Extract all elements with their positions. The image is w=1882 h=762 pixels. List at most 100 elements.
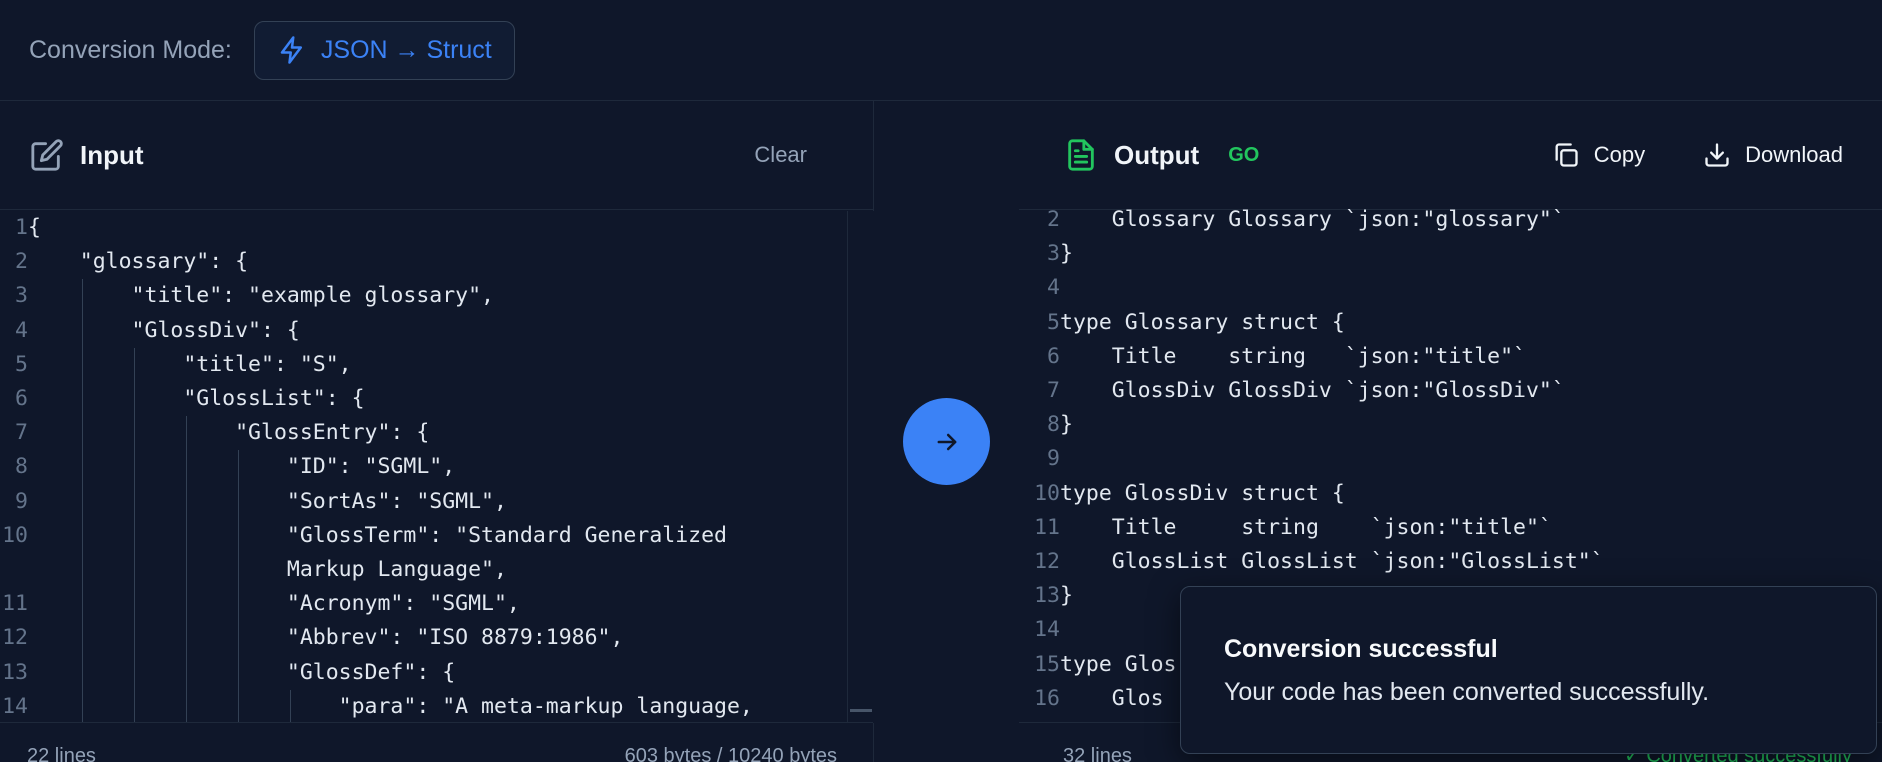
scrollbar-thumb[interactable] — [850, 709, 872, 712]
line-text: "Acronym": "SGML", — [28, 591, 520, 617]
toast-title: Conversion successful — [1224, 635, 1498, 663]
line-number: 11 — [1034, 514, 1060, 540]
line-number — [0, 553, 28, 587]
code-line: 3 "title": "example glossary", — [0, 279, 847, 313]
line-number: 16 — [1034, 685, 1060, 711]
download-icon — [1705, 143, 1729, 167]
line-text: "GlossDef": { — [28, 659, 456, 685]
output-language-badge: GO — [1228, 143, 1260, 166]
convert-button[interactable] — [903, 398, 990, 485]
code-line: 8 "ID": "SGML", — [0, 450, 847, 484]
code-line: 13 "GlossDef": { — [0, 656, 847, 690]
line-text: "glossary": { — [28, 249, 249, 275]
indent-guide — [134, 347, 135, 723]
code-line: 9 — [1019, 442, 1882, 476]
code-line: 5 "title": "S", — [0, 348, 847, 382]
line-text: GlossDiv GlossDiv `json:"GlossDiv"` — [1060, 378, 1565, 404]
conversion-mode-label: Conversion Mode: — [29, 35, 232, 64]
line-number: 7 — [1047, 378, 1060, 404]
code-line: 11 Title string `json:"title"` — [1019, 511, 1882, 545]
code-line: 2 "glossary": { — [0, 245, 847, 279]
copy-label: Copy — [1593, 142, 1646, 167]
line-text: "ID": "SGML", — [28, 454, 456, 480]
line-text: { — [28, 215, 41, 240]
line-text: Glossary Glossary `json:"glossary"` — [1060, 207, 1565, 232]
line-number: 12 — [1034, 549, 1060, 575]
line-number: 3 — [15, 283, 28, 309]
input-title: Input — [80, 139, 144, 170]
line-text: Title string `json:"title"` — [1060, 343, 1526, 369]
input-byte-count: 603 bytes / 10240 bytes — [624, 745, 837, 762]
conversion-mode-button[interactable]: JSON → Struct — [253, 20, 515, 80]
line-number: 1 — [15, 215, 28, 240]
copy-button[interactable]: Copy — [1552, 141, 1645, 169]
download-button[interactable]: Download — [1703, 141, 1843, 169]
line-text: "para": "A meta-markup language, — [28, 693, 753, 719]
code-line: 5 type Glossary struct { — [1019, 306, 1882, 340]
line-number: 2 — [15, 249, 28, 275]
code-line: 12 GlossList GlossList `json:"GlossList"… — [1019, 545, 1882, 579]
line-text: Markup Language", — [28, 557, 507, 583]
code-line: 6 Title string `json:"title"` — [1019, 340, 1882, 374]
line-number: 14 — [1034, 617, 1060, 643]
line-text: } — [1060, 583, 1073, 609]
line-text: } — [1060, 412, 1073, 438]
input-footer: 22 lines 603 bytes / 10240 bytes — [0, 722, 873, 762]
line-number: 8 — [15, 454, 28, 480]
edit-icon — [30, 138, 64, 172]
line-text: "title": "example glossary", — [28, 283, 494, 309]
clear-button[interactable]: Clear — [754, 142, 843, 168]
line-text: type Glossary struct { — [1060, 309, 1345, 335]
input-header: Input Clear — [0, 101, 873, 210]
indent-guide — [290, 689, 291, 723]
line-number: 6 — [15, 386, 28, 412]
code-line: 4 "GlossDiv": { — [0, 314, 847, 348]
success-toast[interactable]: Conversion successful Your code has been… — [1180, 586, 1877, 754]
code-line: 10 type GlossDiv struct { — [1019, 477, 1882, 511]
input-editor[interactable]: 1{2 "glossary": {3 "title": "example glo… — [0, 211, 847, 723]
toast-message: Your code has been converted successfull… — [1224, 678, 1710, 706]
line-number: 10 — [2, 522, 28, 548]
conversion-mode-text: JSON → Struct — [320, 35, 492, 64]
line-number: 12 — [2, 625, 28, 651]
code-line: 2 Glossary Glossary `json:"glossary"` — [1019, 203, 1882, 237]
line-text: type GlossDiv struct { — [1060, 480, 1345, 506]
line-number: 15 — [1034, 651, 1060, 677]
line-number: 13 — [2, 659, 28, 685]
input-scrollbar[interactable] — [847, 211, 874, 723]
code-line: 4 — [1019, 271, 1882, 305]
code-line: 6 "GlossList": { — [0, 382, 847, 416]
indent-guide — [82, 279, 83, 723]
arrow-right-icon — [937, 433, 956, 450]
line-number: 9 — [1047, 446, 1060, 472]
line-text: "GlossList": { — [28, 386, 365, 412]
line-text: "title": "S", — [28, 351, 352, 377]
line-text: "GlossDiv": { — [28, 317, 300, 343]
line-text: Title string `json:"title"` — [1060, 514, 1552, 540]
line-number: 7 — [15, 420, 28, 446]
code-line: 1{ — [0, 211, 847, 245]
input-line-count: 22 lines — [27, 745, 96, 762]
code-line: Markup Language", — [0, 553, 847, 587]
line-text: "GlossTerm": "Standard Generalized — [28, 522, 727, 548]
line-text: "GlossEntry": { — [28, 420, 430, 446]
line-number: 13 — [1034, 583, 1060, 609]
code-line: 3} — [1019, 237, 1882, 271]
line-number: 9 — [15, 488, 28, 514]
indent-guide — [186, 416, 187, 723]
line-number: 4 — [1047, 275, 1060, 301]
code-line: 7 "GlossEntry": { — [0, 416, 847, 450]
file-text-icon — [1064, 138, 1098, 172]
download-label: Download — [1745, 142, 1843, 167]
output-line-count: 32 lines — [1063, 745, 1132, 762]
output-header: Output GO Copy Download — [1019, 101, 1882, 210]
input-panel: Input Clear 1{2 "glossary": {3 "title": … — [0, 101, 874, 762]
lightning-icon — [280, 36, 302, 64]
line-number: 6 — [1047, 343, 1060, 369]
copy-icon — [1555, 143, 1578, 167]
line-text: type Glos — [1060, 651, 1177, 677]
line-number: 5 — [1047, 309, 1060, 335]
code-line: 11 "Acronym": "SGML", — [0, 587, 847, 621]
conversion-mode-bar: Conversion Mode: JSON → Struct — [0, 0, 1882, 101]
line-text: } — [1060, 241, 1073, 267]
